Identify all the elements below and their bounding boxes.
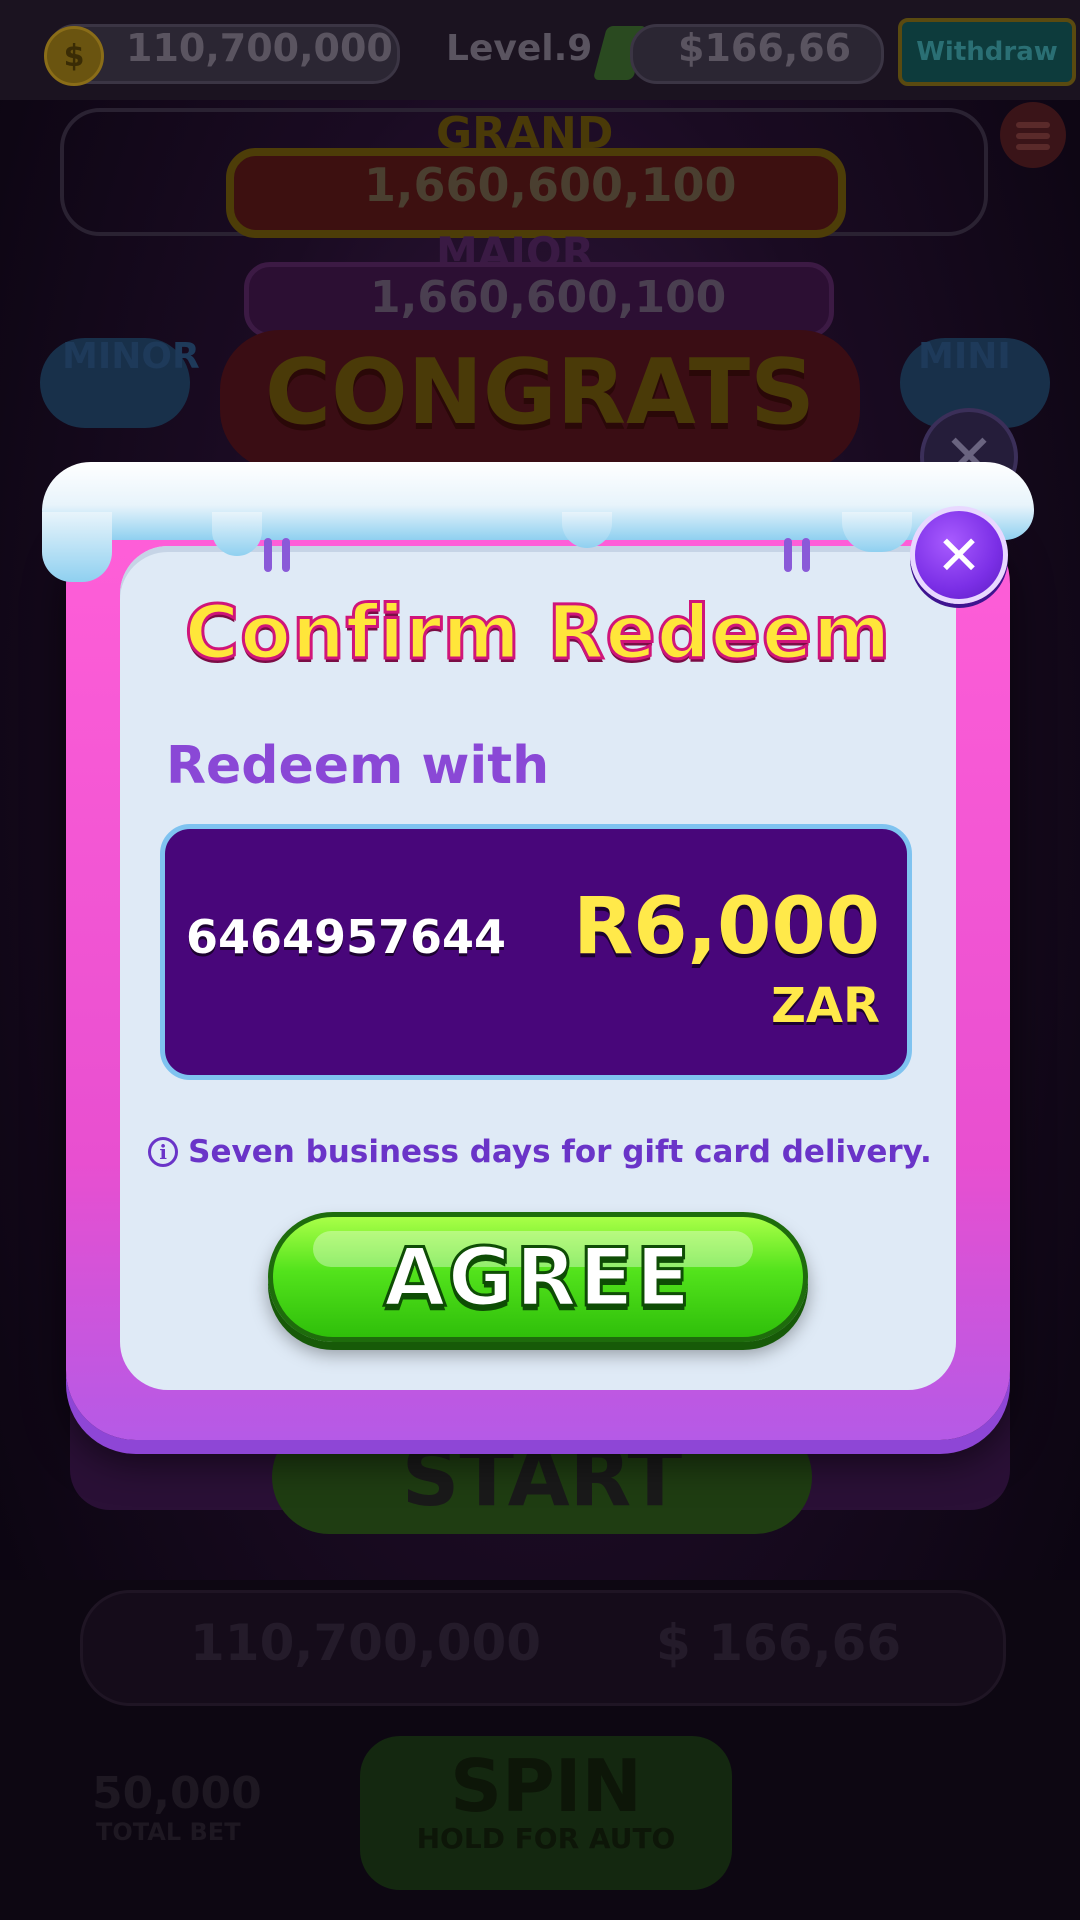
grand-value: 1,660,600,100 [364,158,737,212]
major-value: 1,660,600,100 [370,272,727,323]
menu-icon [1016,122,1050,128]
dialog-title: Confirm Redeem [183,589,892,678]
close-icon: ✕ [936,523,982,587]
spin-label: SPIN [450,1744,642,1828]
info-icon: i [148,1137,179,1167]
total-bet-value: 50,000 [92,1768,262,1819]
minor-label: MINOR [62,336,200,377]
game-screen: $ 110,700,000 Level.9 $166,66 Withdraw G… [0,0,1080,1920]
congrats-banner: CONGRATS [265,340,815,445]
hanger-left [264,538,272,572]
hanger-right [784,538,792,572]
snow-cap [42,462,1034,582]
hanger-right-2 [802,538,810,572]
redeem-amount: R6,000 [573,882,880,972]
bottom-cash-balance: $ 166,66 [656,1614,902,1672]
redeem-with-label: Redeem with [166,736,550,796]
total-bet-label: TOTAL BET [96,1818,241,1846]
agree-label: AGREE [382,1229,693,1325]
coin-icon: $ [44,26,104,86]
bottom-coin-balance: 110,700,000 [190,1614,542,1672]
spin-button: SPIN HOLD FOR AUTO [360,1736,732,1890]
delivery-info: i Seven business days for gift card deli… [148,1128,932,1176]
currency-code: ZAR [771,978,880,1034]
cash-balance: $166,66 [678,26,852,70]
agree-button[interactable]: AGREE [268,1212,808,1342]
spin-hint: HOLD FOR AUTO [416,1822,676,1855]
menu-button[interactable] [1000,102,1066,168]
mini-label: MINI [918,336,1011,377]
level-label: Level.9 [446,28,593,69]
coin-balance: 110,700,000 [126,26,393,70]
hanger-left-2 [282,538,290,572]
withdraw-button[interactable]: Withdraw [898,18,1076,86]
delivery-info-text: Seven business days for gift card delive… [188,1134,932,1170]
account-number: 6464957644 [186,910,507,964]
